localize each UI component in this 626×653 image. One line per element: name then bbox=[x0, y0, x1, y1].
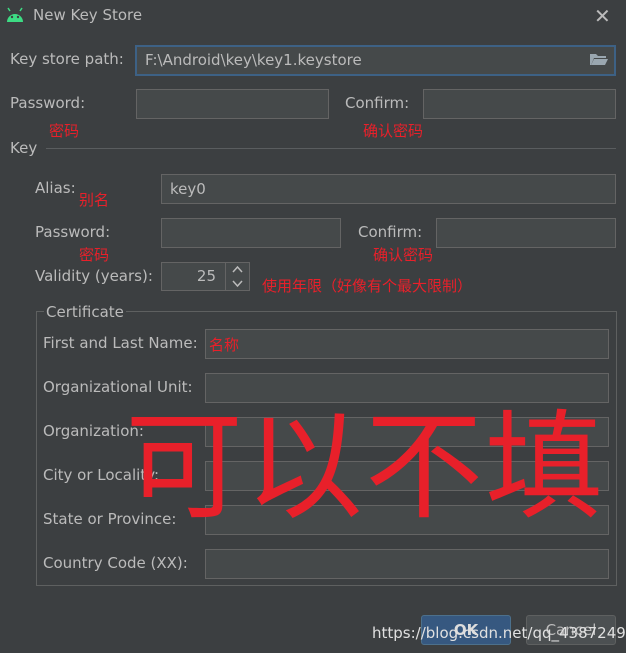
key-section-divider bbox=[46, 148, 616, 149]
alias-label: Alias: bbox=[35, 179, 76, 197]
validity-value: 25 bbox=[196, 267, 216, 285]
keystore-confirm-input[interactable] bbox=[423, 89, 616, 119]
watermark-text: https://blog.csdn.net/qq_43872492 bbox=[372, 624, 626, 642]
key-confirm-annotation: 确认密码 bbox=[373, 246, 434, 264]
chevron-down-icon[interactable] bbox=[226, 277, 249, 290]
country-code-input[interactable] bbox=[205, 549, 609, 579]
certificate-legend: Certificate bbox=[44, 303, 126, 321]
first-last-name-annotation: 名称 bbox=[209, 336, 240, 354]
dialog-title: New Key Store bbox=[33, 6, 143, 24]
first-last-name-label: First and Last Name: bbox=[43, 334, 198, 352]
android-icon bbox=[7, 7, 23, 22]
key-store-path-label-text: Key store path: bbox=[10, 50, 124, 68]
keystore-password-annotation: 密码 bbox=[49, 122, 80, 140]
new-key-store-dialog: New Key Store ✕ Key store path: F:\Andro… bbox=[0, 0, 626, 653]
key-confirm-input[interactable] bbox=[436, 218, 616, 248]
key-password-annotation: 密码 bbox=[79, 246, 110, 264]
key-store-path-input[interactable]: F:\Android\key\key1.keystore bbox=[135, 45, 616, 76]
validity-annotation: 使用年限（好像有个最大限制） bbox=[262, 277, 473, 295]
keystore-confirm-annotation: 确认密码 bbox=[363, 122, 424, 140]
folder-open-icon[interactable] bbox=[589, 51, 609, 67]
key-confirm-label: Confirm: bbox=[358, 223, 423, 241]
validity-spinner[interactable]: 25 bbox=[161, 262, 250, 291]
key-section-label: Key bbox=[10, 139, 38, 157]
validity-label: Validity (years): bbox=[35, 267, 153, 285]
optional-fields-annotation: 可以不填 bbox=[125, 398, 606, 536]
chevron-up-icon[interactable] bbox=[226, 263, 249, 276]
key-store-path-value: F:\Android\key\key1.keystore bbox=[145, 51, 362, 69]
organizational-unit-label: Organizational Unit: bbox=[43, 378, 193, 396]
keystore-confirm-label: Confirm: bbox=[345, 94, 410, 112]
close-icon[interactable]: ✕ bbox=[594, 4, 611, 28]
keystore-password-input[interactable] bbox=[136, 89, 329, 119]
keystore-password-label: Password: bbox=[10, 94, 86, 112]
alias-input[interactable]: key0 bbox=[161, 174, 616, 204]
key-password-label: Password: bbox=[35, 223, 111, 241]
key-password-input[interactable] bbox=[161, 218, 341, 248]
first-last-name-input[interactable] bbox=[205, 329, 609, 359]
country-code-label: Country Code (XX): bbox=[43, 554, 188, 572]
alias-annotation: 别名 bbox=[79, 191, 110, 209]
key-store-path-label: Key store path: bbox=[10, 50, 124, 68]
alias-value: key0 bbox=[170, 180, 206, 198]
